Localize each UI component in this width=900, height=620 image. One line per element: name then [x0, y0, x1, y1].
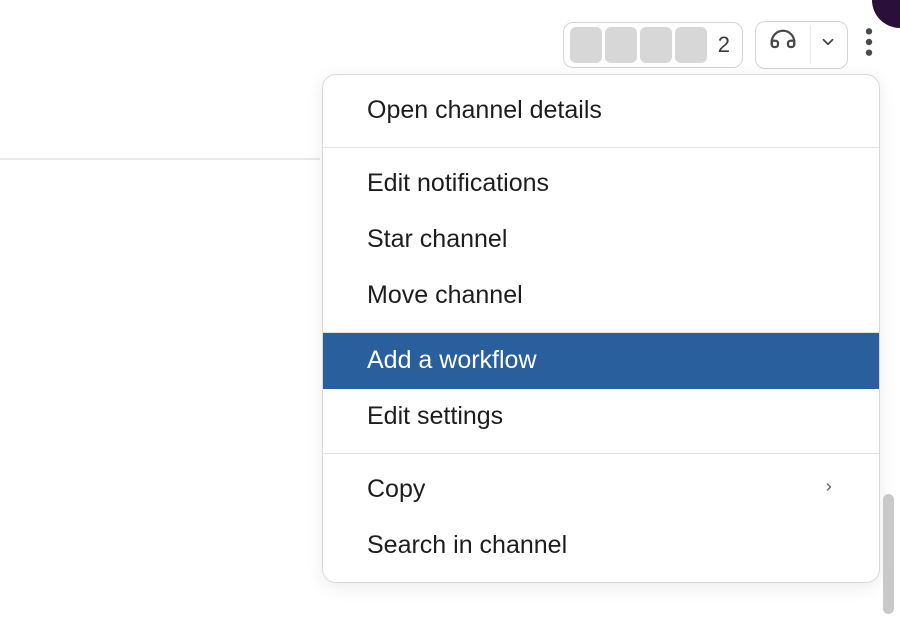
menu-section: Edit notifications Star channel Move cha…: [323, 148, 879, 331]
more-actions-button[interactable]: [860, 18, 878, 71]
menu-item-label: Edit notifications: [367, 167, 549, 201]
huddle-button-group: [755, 21, 848, 69]
member-avatars-button[interactable]: 2: [563, 22, 743, 68]
menu-item-label: Copy: [367, 473, 425, 507]
menu-item-label: Add a workflow: [367, 344, 537, 378]
avatar: [675, 27, 707, 63]
member-count: 2: [718, 32, 730, 58]
menu-item-search-in-channel[interactable]: Search in channel: [323, 518, 879, 574]
huddle-button[interactable]: [756, 19, 810, 70]
scrollbar-thumb[interactable]: [883, 494, 894, 614]
menu-item-add-workflow[interactable]: Add a workflow: [323, 333, 879, 389]
menu-item-label: Move channel: [367, 279, 523, 313]
chevron-down-icon: [819, 33, 837, 56]
channel-header-actions: 2: [563, 18, 878, 71]
avatar: [570, 27, 602, 63]
menu-section: Add a workflow Edit settings: [323, 333, 879, 445]
menu-item-label: Edit settings: [367, 400, 503, 434]
menu-item-label: Open channel details: [367, 94, 602, 128]
menu-item-label: Star channel: [367, 223, 507, 257]
chevron-right-icon: [823, 476, 835, 503]
huddle-dropdown-button[interactable]: [810, 25, 847, 64]
menu-item-label: Search in channel: [367, 529, 567, 563]
avatar: [605, 27, 637, 63]
headphones-icon: [768, 27, 798, 62]
menu-item-star-channel[interactable]: Star channel: [323, 212, 879, 268]
menu-item-edit-notifications[interactable]: Edit notifications: [323, 156, 879, 212]
channel-actions-menu: Open channel details Edit notifications …: [322, 74, 880, 583]
menu-item-copy[interactable]: Copy: [323, 462, 879, 518]
menu-section: Copy Search in channel: [323, 454, 879, 582]
avatar: [640, 27, 672, 63]
header-divider: [0, 158, 320, 160]
kebab-icon: [864, 26, 874, 63]
menu-item-edit-settings[interactable]: Edit settings: [323, 389, 879, 445]
menu-section: Open channel details: [323, 75, 879, 147]
menu-item-open-channel-details[interactable]: Open channel details: [323, 83, 879, 139]
menu-item-move-channel[interactable]: Move channel: [323, 268, 879, 324]
